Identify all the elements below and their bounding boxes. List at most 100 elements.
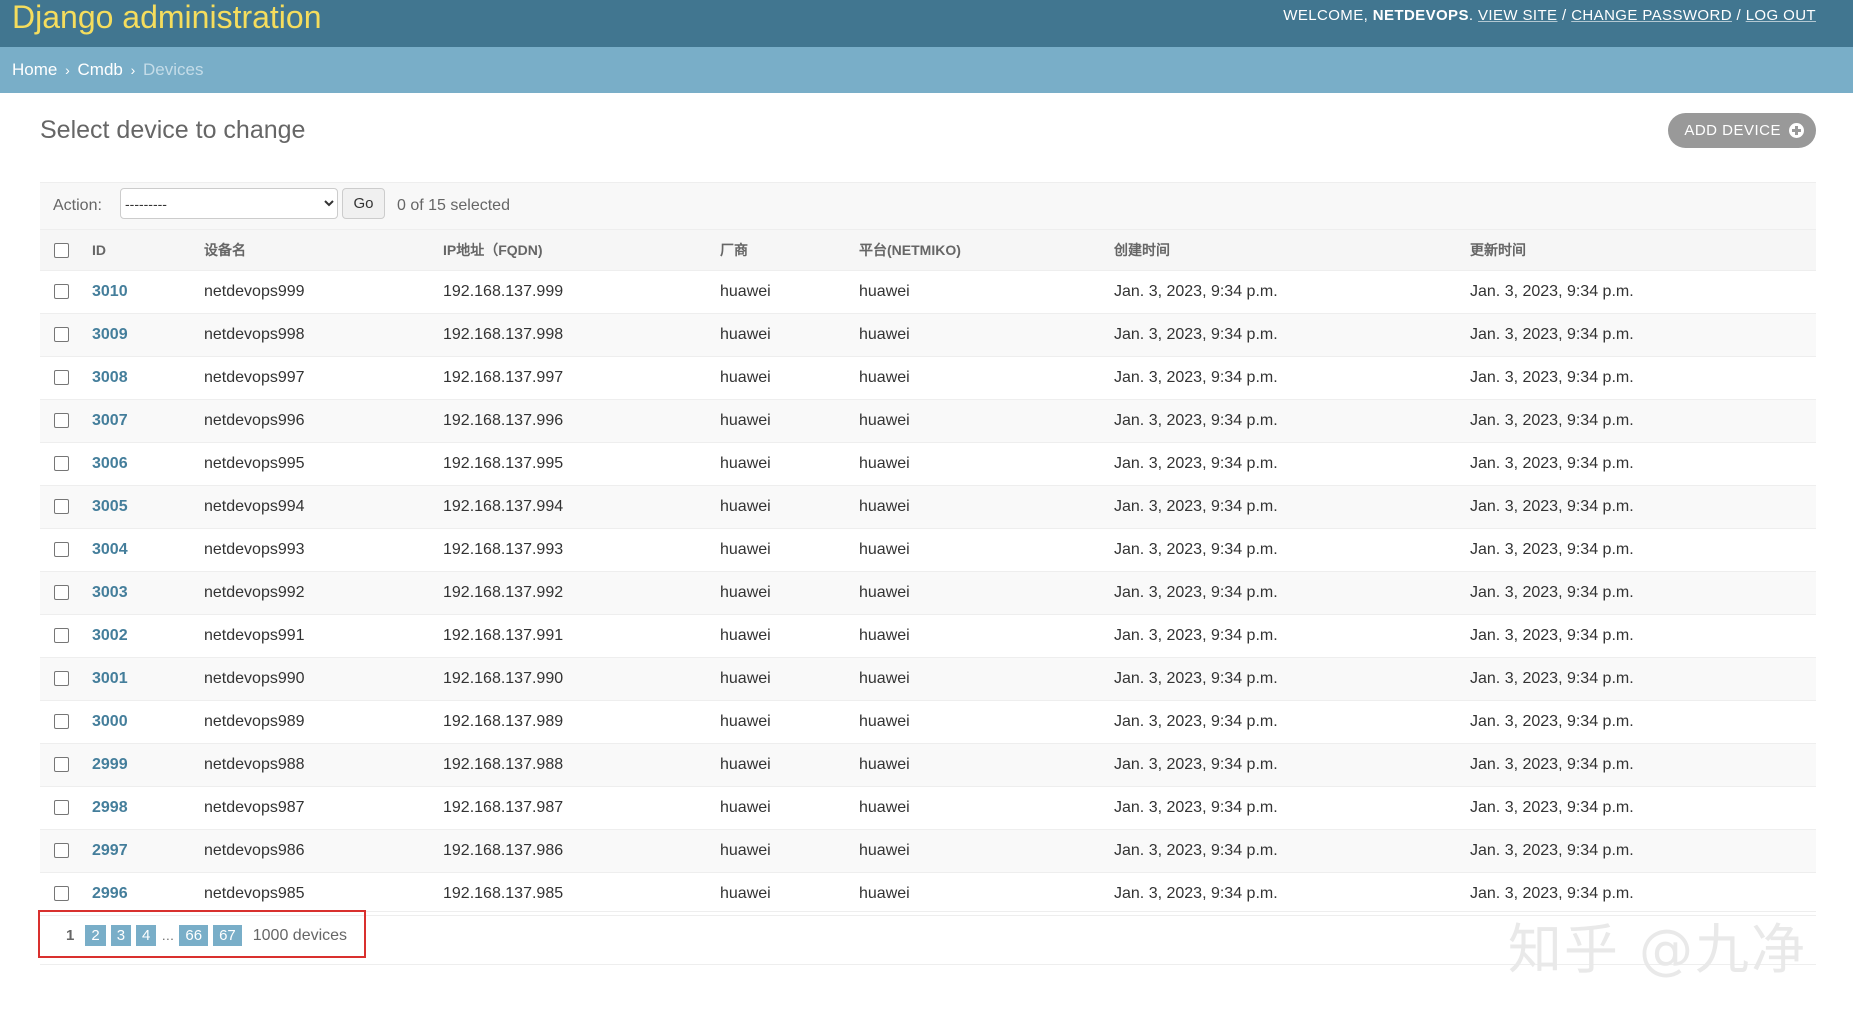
cell-created-time: Jan. 3, 2023, 9:34 p.m. — [1114, 528, 1470, 572]
row-select-cell — [40, 657, 92, 701]
cell-updated-time: Jan. 3, 2023, 9:34 p.m. — [1470, 700, 1816, 744]
page-current: 1 — [66, 927, 75, 944]
device-id-link[interactable]: 3002 — [92, 627, 128, 644]
column-header-id[interactable]: ID — [92, 230, 204, 271]
device-id-link[interactable]: 3003 — [92, 584, 128, 601]
row-checkbox[interactable] — [54, 757, 69, 773]
device-id-link[interactable]: 3008 — [92, 369, 128, 386]
cell-platform: huawei — [859, 356, 1114, 400]
zhihu-watermark: 知乎 @九净 — [1507, 918, 1807, 981]
device-id-link[interactable]: 3009 — [92, 326, 128, 343]
row-checkbox[interactable] — [54, 284, 69, 300]
page-link-3[interactable]: 3 — [110, 925, 132, 946]
cell-ip-address: 192.168.137.989 — [443, 700, 720, 744]
row-select-cell — [40, 528, 92, 572]
action-select[interactable]: --------- — [120, 188, 338, 219]
device-id-link[interactable]: 2999 — [92, 756, 128, 773]
cell-id: 3007 — [92, 399, 204, 443]
device-id-link[interactable]: 3001 — [92, 670, 128, 687]
log-out-link[interactable]: Log out — [1746, 7, 1816, 24]
site-header: Django administration Welcome, netdevops… — [0, 0, 1853, 47]
cell-created-time: Jan. 3, 2023, 9:34 p.m. — [1114, 743, 1470, 787]
column-header-created[interactable]: 创建时间 — [1114, 230, 1470, 271]
cell-vendor: huawei — [720, 829, 859, 873]
cell-id: 3002 — [92, 614, 204, 658]
row-checkbox[interactable] — [54, 327, 69, 343]
device-id-link[interactable]: 2997 — [92, 842, 128, 859]
cell-id: 3004 — [92, 528, 204, 572]
breadcrumb-cmdb[interactable]: Cmdb — [78, 60, 123, 79]
device-id-link[interactable]: 3000 — [92, 713, 128, 730]
device-id-link[interactable]: 3010 — [92, 283, 128, 300]
device-id-link[interactable]: 3006 — [92, 455, 128, 472]
row-checkbox[interactable] — [54, 499, 69, 515]
row-checkbox[interactable] — [54, 456, 69, 472]
cell-vendor: huawei — [720, 442, 859, 486]
row-select-cell — [40, 786, 92, 830]
action-label: Action: — [53, 197, 102, 214]
row-select-cell — [40, 270, 92, 314]
row-select-cell — [40, 442, 92, 486]
cell-vendor: huawei — [720, 270, 859, 314]
table-row: 3008 netdevops997 192.168.137.997 huawei hua… — [40, 356, 1816, 400]
breadcrumb-current: Devices — [143, 60, 204, 79]
user-tools: Welcome, netdevops. View site / Change p… — [1283, 7, 1816, 24]
cell-id: 2997 — [92, 829, 204, 873]
row-checkbox[interactable] — [54, 628, 69, 644]
breadcrumb-separator: › — [65, 62, 70, 78]
cell-device-name: netdevops996 — [204, 399, 443, 443]
column-header-platform[interactable]: 平台(NETMIKO) — [859, 230, 1114, 271]
site-brand[interactable]: Django administration — [12, 0, 322, 35]
column-header-ip[interactable]: IP地址（FQDN) — [443, 230, 720, 271]
results-table: ID 设备名 IP地址（FQDN) 厂商 平台(NETMIKO) 创建时间 更新… — [40, 230, 1816, 916]
cell-ip-address: 192.168.137.988 — [443, 743, 720, 787]
go-button[interactable]: Go — [342, 188, 385, 219]
row-checkbox[interactable] — [54, 843, 69, 859]
cell-device-name: netdevops986 — [204, 829, 443, 873]
column-header-device-name[interactable]: 设备名 — [204, 230, 443, 271]
cell-platform: huawei — [859, 270, 1114, 314]
add-device-button[interactable]: ADD DEVICE — [1668, 113, 1816, 148]
cell-device-name: netdevops990 — [204, 657, 443, 701]
table-row: 3002 netdevops991 192.168.137.991 huawei hua… — [40, 614, 1816, 658]
column-header-updated[interactable]: 更新时间 — [1470, 230, 1816, 271]
cell-id: 2999 — [92, 743, 204, 787]
device-id-link[interactable]: 3005 — [92, 498, 128, 515]
cell-updated-time: Jan. 3, 2023, 9:34 p.m. — [1470, 356, 1816, 400]
row-checkbox[interactable] — [54, 714, 69, 730]
add-device-label: ADD DEVICE — [1684, 122, 1781, 139]
cell-created-time: Jan. 3, 2023, 9:34 p.m. — [1114, 657, 1470, 701]
device-id-link[interactable]: 3007 — [92, 412, 128, 429]
page-link-2[interactable]: 2 — [85, 925, 106, 946]
device-id-link[interactable]: 2998 — [92, 799, 128, 816]
cell-vendor: huawei — [720, 743, 859, 787]
cell-platform: huawei — [859, 700, 1114, 744]
change-password-link[interactable]: Change password — [1571, 7, 1732, 24]
row-checkbox[interactable] — [54, 542, 69, 558]
cell-id: 3000 — [92, 700, 204, 744]
row-checkbox[interactable] — [54, 585, 69, 601]
cell-ip-address: 192.168.137.985 — [443, 872, 720, 916]
page-link-4[interactable]: 4 — [136, 925, 157, 946]
cell-device-name: netdevops997 — [204, 356, 443, 400]
cell-device-name: netdevops993 — [204, 528, 443, 572]
cell-created-time: Jan. 3, 2023, 9:34 p.m. — [1114, 270, 1470, 314]
row-checkbox[interactable] — [54, 413, 69, 429]
breadcrumb-home[interactable]: Home — [12, 60, 57, 79]
device-id-link[interactable]: 3004 — [92, 541, 128, 558]
cell-ip-address: 192.168.137.999 — [443, 270, 720, 314]
page-link-66[interactable]: 66 — [179, 925, 209, 946]
page-link-67[interactable]: 67 — [213, 925, 242, 946]
select-all-checkbox[interactable] — [54, 243, 69, 259]
cell-created-time: Jan. 3, 2023, 9:34 p.m. — [1114, 313, 1470, 357]
row-checkbox[interactable] — [54, 671, 69, 687]
row-checkbox[interactable] — [54, 886, 69, 902]
view-site-link[interactable]: View site — [1478, 7, 1557, 24]
column-header-vendor[interactable]: 厂商 — [720, 230, 859, 271]
row-checkbox[interactable] — [54, 370, 69, 386]
cell-updated-time: Jan. 3, 2023, 9:34 p.m. — [1470, 571, 1816, 615]
table-row: 2998 netdevops987 192.168.137.987 huawei hua… — [40, 786, 1816, 830]
row-checkbox[interactable] — [54, 800, 69, 816]
cell-updated-time: Jan. 3, 2023, 9:34 p.m. — [1470, 528, 1816, 572]
device-id-link[interactable]: 2996 — [92, 885, 128, 902]
